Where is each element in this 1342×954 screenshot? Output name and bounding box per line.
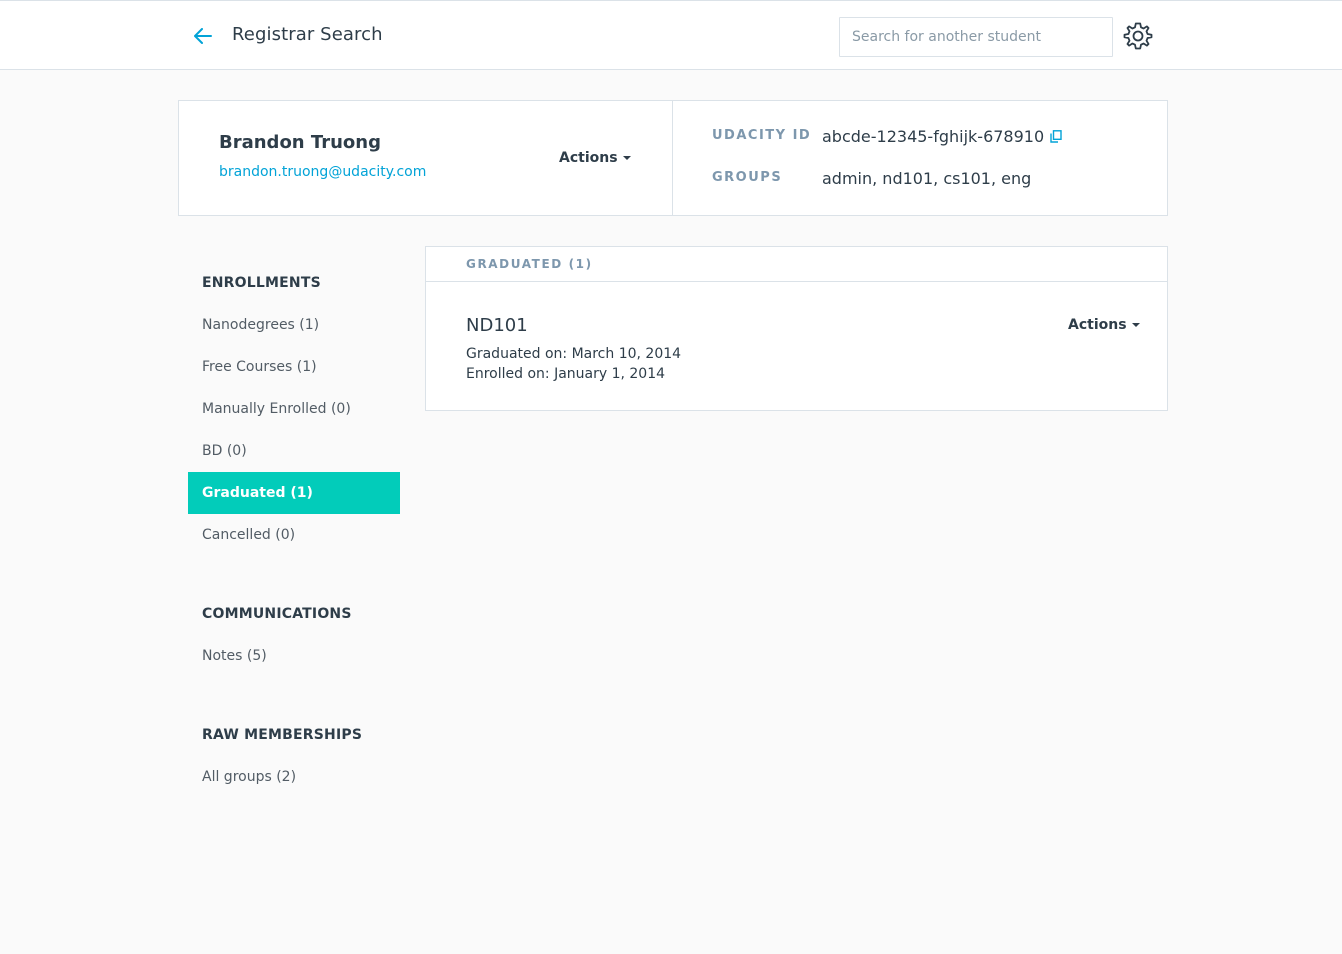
enrollment-panel: GRADUATED (1) ND101 Graduated on: March … bbox=[425, 246, 1168, 411]
caret-down-icon bbox=[1131, 323, 1140, 327]
top-bar: Registrar Search bbox=[0, 0, 1342, 70]
enrollment-title: ND101 bbox=[466, 315, 528, 336]
copy-icon[interactable] bbox=[1050, 130, 1062, 143]
gear-icon bbox=[1123, 22, 1153, 50]
sidebar-item-nanodegrees[interactable]: Nanodegrees (1) bbox=[188, 304, 400, 346]
section-title-communications: COMMUNICATIONS bbox=[202, 606, 352, 622]
udacity-id-value: abcde-12345-fghijk-678910 bbox=[822, 127, 1062, 146]
search-input[interactable] bbox=[839, 17, 1113, 57]
section-title-raw-memberships: RAW MEMBERSHIPS bbox=[202, 727, 363, 743]
sidebar-item-cancelled[interactable]: Cancelled (0) bbox=[188, 514, 400, 556]
section-title-enrollments: ENROLLMENTS bbox=[202, 275, 321, 291]
enrollment-actions-button[interactable]: Actions bbox=[1068, 317, 1140, 333]
actions-label: Actions bbox=[1068, 317, 1127, 333]
groups-label: GROUPS bbox=[712, 170, 783, 185]
student-details: UDACITY ID abcde-12345-fghijk-678910 GRO… bbox=[674, 101, 1168, 215]
student-identity: Brandon Truong brandon.truong@udacity.co… bbox=[179, 101, 673, 215]
udacity-id-text: abcde-12345-fghijk-678910 bbox=[822, 127, 1045, 146]
sidebar-item-graduated[interactable]: Graduated (1) bbox=[188, 472, 400, 514]
enrolled-date: Enrolled on: January 1, 2014 bbox=[466, 366, 666, 382]
student-actions-button[interactable]: Actions bbox=[559, 150, 631, 166]
arrow-left-icon bbox=[194, 28, 212, 44]
actions-label: Actions bbox=[559, 150, 618, 166]
groups-value: admin, nd101, cs101, eng bbox=[822, 169, 1032, 188]
page-title: Registrar Search bbox=[232, 24, 383, 45]
udacity-id-label: UDACITY ID bbox=[712, 128, 812, 143]
caret-down-icon bbox=[622, 156, 631, 160]
panel-header: GRADUATED (1) bbox=[426, 247, 1167, 282]
sidebar-item-manually-enrolled[interactable]: Manually Enrolled (0) bbox=[188, 388, 400, 430]
graduated-date: Graduated on: March 10, 2014 bbox=[466, 346, 682, 362]
sidebar: ENROLLMENTS Nanodegrees (1) Free Courses… bbox=[188, 262, 400, 798]
student-name: Brandon Truong bbox=[219, 132, 381, 153]
sidebar-item-free-courses[interactable]: Free Courses (1) bbox=[188, 346, 400, 388]
student-profile-card: Brandon Truong brandon.truong@udacity.co… bbox=[178, 100, 1168, 216]
settings-button[interactable] bbox=[1122, 20, 1154, 52]
sidebar-item-all-groups[interactable]: All groups (2) bbox=[188, 756, 400, 798]
back-button[interactable] bbox=[190, 23, 216, 49]
sidebar-item-notes[interactable]: Notes (5) bbox=[188, 635, 400, 677]
sidebar-item-bd[interactable]: BD (0) bbox=[188, 430, 400, 472]
student-email-link[interactable]: brandon.truong@udacity.com bbox=[219, 164, 426, 180]
